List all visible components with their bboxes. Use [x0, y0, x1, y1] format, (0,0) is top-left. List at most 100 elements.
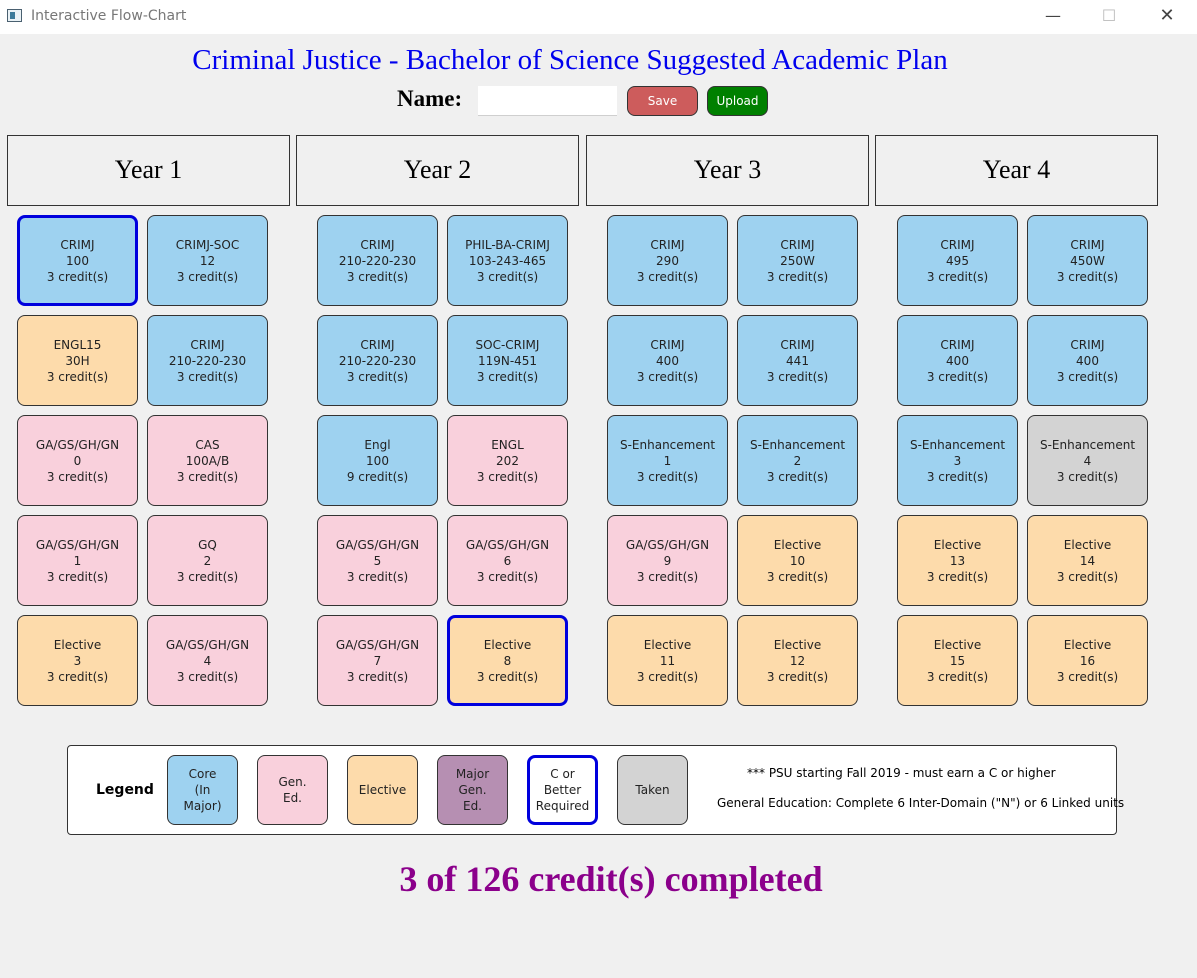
- window-title: Interactive Flow-Chart: [31, 8, 187, 24]
- course-code: CRIMJ: [650, 237, 685, 252]
- course-credits: 3 credit(s): [766, 469, 829, 484]
- course-box[interactable]: CRIMJ 210-220-230 3 credit(s): [317, 215, 438, 306]
- course-code: GA/GS/GH/GN: [625, 537, 710, 552]
- course-credits: 3 credit(s): [1056, 269, 1119, 284]
- course-code: ENGL: [491, 437, 524, 452]
- course-box[interactable]: Elective 15 3 credit(s): [897, 615, 1018, 706]
- course-code: S-Enhancement: [1039, 437, 1136, 452]
- course-box[interactable]: Elective 16 3 credit(s): [1027, 615, 1148, 706]
- course-box[interactable]: ENGL 202 3 credit(s): [447, 415, 568, 506]
- course-box[interactable]: Engl 100 9 credit(s): [317, 415, 438, 506]
- course-box[interactable]: S-Enhancement 3 3 credit(s): [897, 415, 1018, 506]
- window-titlebar: Interactive Flow-Chart — ☐ ✕: [0, 0, 1197, 34]
- course-credits: 3 credit(s): [346, 569, 409, 584]
- course-box[interactable]: GA/GS/GH/GN 5 3 credit(s): [317, 515, 438, 606]
- course-code: CRIMJ: [190, 337, 225, 352]
- course-box[interactable]: Elective 3 3 credit(s): [17, 615, 138, 706]
- course-box[interactable]: GA/GS/GH/GN 1 3 credit(s): [17, 515, 138, 606]
- course-credits: 3 credit(s): [636, 569, 699, 584]
- course-code: GA/GS/GH/GN: [335, 637, 420, 652]
- course-credits: 3 credit(s): [766, 269, 829, 284]
- course-number: 100A/B: [185, 453, 230, 468]
- course-number: 400: [1076, 353, 1099, 368]
- upload-button[interactable]: Upload: [707, 86, 768, 116]
- course-box[interactable]: CRIMJ 250W 3 credit(s): [737, 215, 858, 306]
- course-box[interactable]: GQ 2 3 credit(s): [147, 515, 268, 606]
- course-credits: 3 credit(s): [476, 469, 539, 484]
- course-box[interactable]: Elective 10 3 credit(s): [737, 515, 858, 606]
- course-credits: 3 credit(s): [346, 369, 409, 384]
- course-code: SOC-CRIMJ: [475, 337, 540, 352]
- course-number: 400: [656, 353, 679, 368]
- course-credits: 3 credit(s): [636, 369, 699, 384]
- course-box[interactable]: GA/GS/GH/GN 6 3 credit(s): [447, 515, 568, 606]
- course-number: 4: [203, 653, 212, 668]
- course-box[interactable]: CRIMJ 400 3 credit(s): [1027, 315, 1148, 406]
- course-box[interactable]: CRIMJ 100 3 credit(s): [17, 215, 138, 306]
- course-credits: 3 credit(s): [1056, 569, 1119, 584]
- course-box[interactable]: ENGL15 30H 3 credit(s): [17, 315, 138, 406]
- course-box[interactable]: CRIMJ 400 3 credit(s): [607, 315, 728, 406]
- course-number: 12: [789, 653, 806, 668]
- course-code: CRIMJ: [650, 337, 685, 352]
- course-code: CAS: [195, 437, 220, 452]
- course-number: 119N-451: [477, 353, 538, 368]
- course-credits: 3 credit(s): [926, 669, 989, 684]
- course-box[interactable]: Elective 11 3 credit(s): [607, 615, 728, 706]
- course-box[interactable]: Elective 14 3 credit(s): [1027, 515, 1148, 606]
- course-box[interactable]: CRIMJ 210-220-230 3 credit(s): [147, 315, 268, 406]
- course-credits: 3 credit(s): [766, 569, 829, 584]
- course-box[interactable]: S-Enhancement 4 3 credit(s): [1027, 415, 1148, 506]
- course-box[interactable]: SOC-CRIMJ 119N-451 3 credit(s): [447, 315, 568, 406]
- course-box[interactable]: PHIL-BA-CRIMJ 103-243-465 3 credit(s): [447, 215, 568, 306]
- course-code: Elective: [773, 537, 822, 552]
- course-credits: 3 credit(s): [476, 369, 539, 384]
- maximize-icon[interactable]: ☐: [1086, 0, 1132, 34]
- course-box[interactable]: CRIMJ 400 3 credit(s): [897, 315, 1018, 406]
- close-icon[interactable]: ✕: [1144, 0, 1190, 34]
- course-code: GQ: [198, 537, 217, 552]
- course-box[interactable]: GA/GS/GH/GN 9 3 credit(s): [607, 515, 728, 606]
- course-box[interactable]: CRIMJ 290 3 credit(s): [607, 215, 728, 306]
- course-number: 400: [946, 353, 969, 368]
- legend-c-or-better: C or Better Required: [527, 755, 598, 825]
- course-credits: 3 credit(s): [476, 569, 539, 584]
- course-code: Engl: [364, 437, 391, 452]
- course-code: Elective: [933, 637, 982, 652]
- legend-title: Legend: [96, 782, 154, 798]
- year-2-header: Year 2: [296, 135, 579, 206]
- course-box[interactable]: Elective 12 3 credit(s): [737, 615, 858, 706]
- course-box[interactable]: CRIMJ 210-220-230 3 credit(s): [317, 315, 438, 406]
- course-box[interactable]: S-Enhancement 1 3 credit(s): [607, 415, 728, 506]
- legend-elective: Elective: [347, 755, 418, 825]
- course-box[interactable]: CRIMJ 450W 3 credit(s): [1027, 215, 1148, 306]
- course-code: Elective: [1063, 537, 1112, 552]
- course-box[interactable]: Elective 8 3 credit(s): [447, 615, 568, 706]
- course-code: ENGL15: [53, 337, 102, 352]
- course-credits: 3 credit(s): [46, 269, 109, 284]
- course-box[interactable]: GA/GS/GH/GN 7 3 credit(s): [317, 615, 438, 706]
- minimize-icon[interactable]: —: [1030, 0, 1076, 34]
- course-box[interactable]: GA/GS/GH/GN 4 3 credit(s): [147, 615, 268, 706]
- course-number: 210-220-230: [338, 253, 417, 268]
- course-code: CRIMJ: [60, 237, 95, 252]
- course-box[interactable]: CRIMJ 441 3 credit(s): [737, 315, 858, 406]
- course-box[interactable]: CAS 100A/B 3 credit(s): [147, 415, 268, 506]
- course-credits: 3 credit(s): [636, 469, 699, 484]
- course-number: 5: [373, 553, 382, 568]
- course-number: 10: [789, 553, 806, 568]
- course-number: 1: [663, 453, 672, 468]
- course-box[interactable]: CRIMJ-SOC 12 3 credit(s): [147, 215, 268, 306]
- course-code: GA/GS/GH/GN: [465, 537, 550, 552]
- course-box[interactable]: GA/GS/GH/GN 0 3 credit(s): [17, 415, 138, 506]
- course-credits: 9 credit(s): [346, 469, 409, 484]
- course-credits: 3 credit(s): [176, 269, 239, 284]
- course-box[interactable]: CRIMJ 495 3 credit(s): [897, 215, 1018, 306]
- year-4-header: Year 4: [875, 135, 1158, 206]
- name-input[interactable]: [478, 86, 617, 116]
- name-label: Name:: [397, 86, 463, 111]
- course-box[interactable]: Elective 13 3 credit(s): [897, 515, 1018, 606]
- course-code: Elective: [643, 637, 692, 652]
- save-button[interactable]: Save: [627, 86, 698, 116]
- course-box[interactable]: S-Enhancement 2 3 credit(s): [737, 415, 858, 506]
